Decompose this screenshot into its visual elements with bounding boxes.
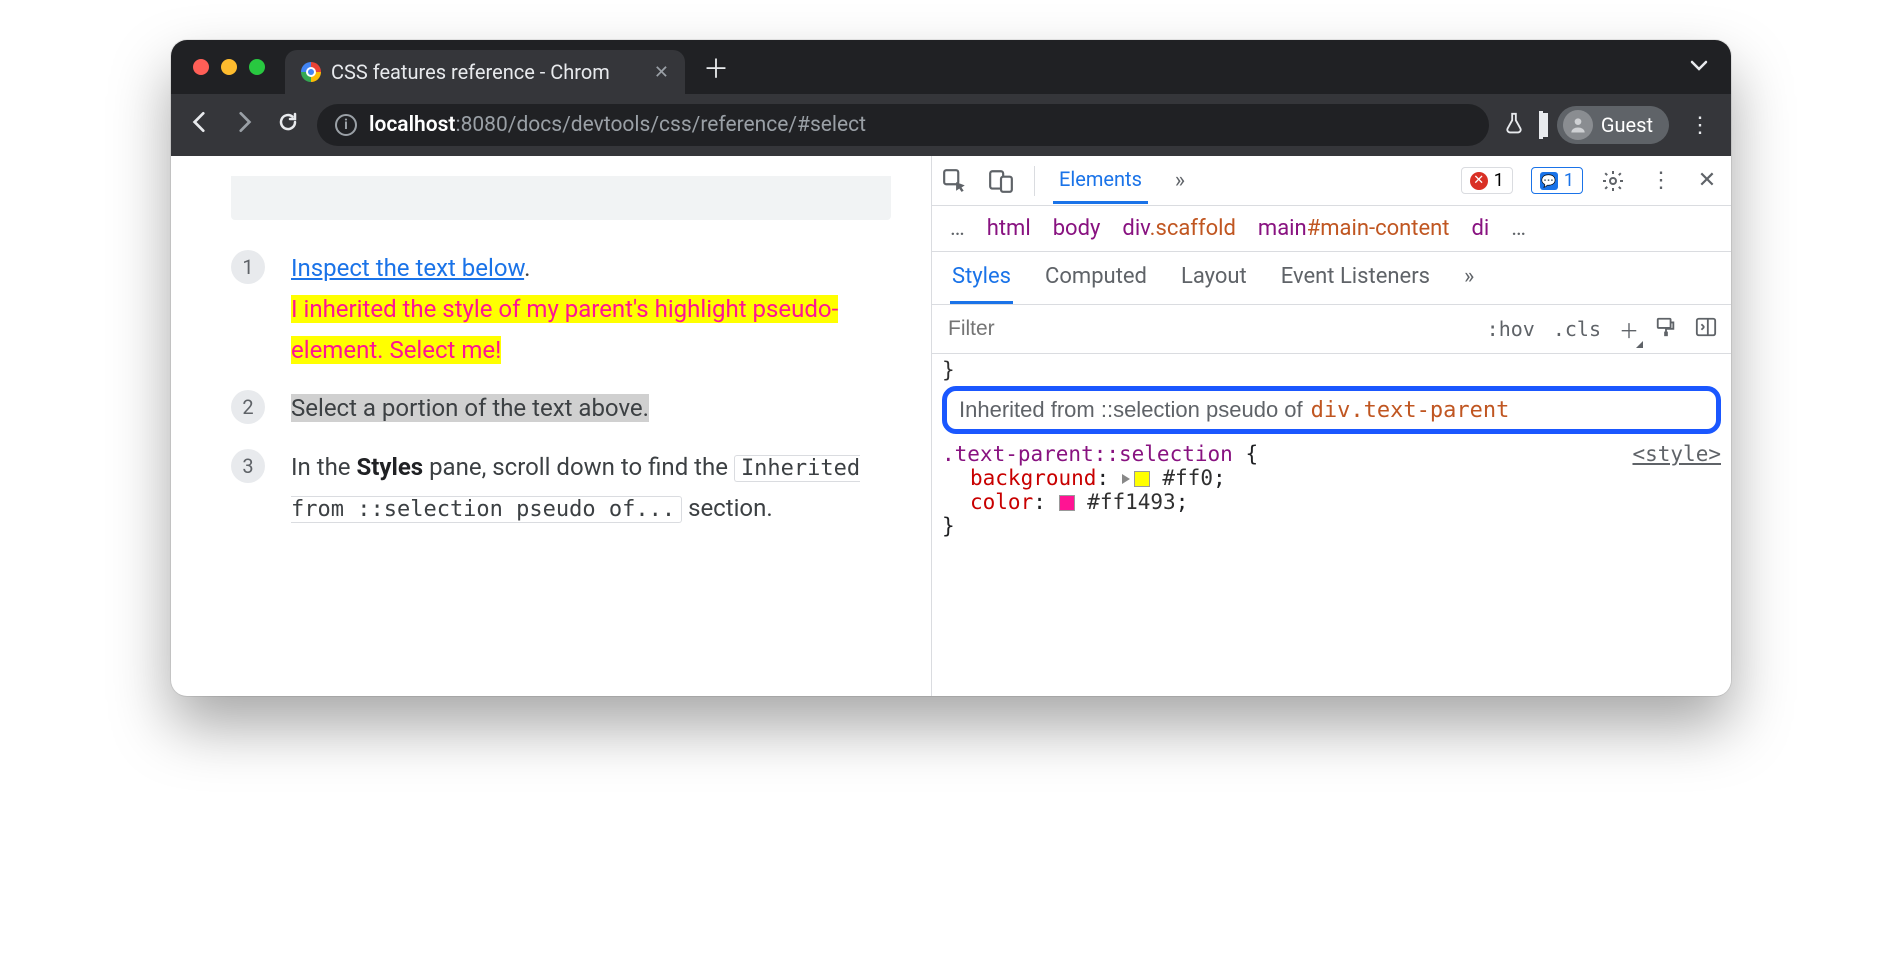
crumb-div[interactable]: div.scaffold <box>1122 216 1236 241</box>
browser-tab[interactable]: CSS features reference - Chrom ✕ <box>285 50 685 94</box>
maximize-window-icon[interactable] <box>249 59 265 75</box>
browser-window: CSS features reference - Chrom ✕ ＋ i loc… <box>171 40 1731 696</box>
crumb-html[interactable]: html <box>987 216 1031 241</box>
rule-source-link[interactable]: <style> <box>1632 442 1721 466</box>
browser-menu-icon[interactable]: ⋮ <box>1683 113 1717 138</box>
cls-toggle[interactable]: .cls <box>1553 317 1601 341</box>
tabs-overflow-icon[interactable]: » <box>1166 168 1194 193</box>
css-selector[interactable]: .text-parent::selection <box>942 442 1233 466</box>
messages-badge[interactable]: 💬 1 <box>1531 167 1583 194</box>
color-swatch-yellow[interactable] <box>1134 471 1150 487</box>
hov-toggle[interactable]: :hov <box>1487 317 1535 341</box>
highlighted-text[interactable]: I inherited the style of my parent's hig… <box>291 295 838 364</box>
paint-icon[interactable] <box>1655 316 1677 343</box>
page-banner <box>231 176 891 220</box>
new-style-rule-button[interactable]: ＋ <box>1619 315 1637 344</box>
close-tab-icon[interactable]: ✕ <box>654 62 669 83</box>
side-panel-icon[interactable] <box>1539 113 1543 137</box>
minimize-window-icon[interactable] <box>221 59 237 75</box>
chrome-icon <box>301 62 321 82</box>
error-icon: ✕ <box>1470 172 1488 190</box>
inspect-element-icon[interactable] <box>942 168 970 194</box>
crumb-ellipsis-left[interactable]: … <box>950 216 965 241</box>
titlebar: CSS features reference - Chrom ✕ ＋ <box>171 40 1731 94</box>
instructions-list: Inspect the text below. I inherited the … <box>231 248 891 529</box>
step-3: In the Styles pane, scroll down to find … <box>231 447 891 529</box>
close-window-icon[interactable] <box>193 59 209 75</box>
subtab-styles[interactable]: Styles <box>950 252 1013 304</box>
inspect-link[interactable]: Inspect the text below <box>291 254 524 282</box>
message-icon: 💬 <box>1540 172 1558 190</box>
profile-label: Guest <box>1601 113 1653 137</box>
browser-toolbar: i localhost:8080/docs/devtools/css/refer… <box>171 94 1731 156</box>
styles-filter-input[interactable] <box>946 311 1469 347</box>
tab-title: CSS features reference - Chrom <box>331 60 610 84</box>
profile-chip[interactable]: Guest <box>1557 106 1669 144</box>
settings-icon[interactable] <box>1601 169 1629 193</box>
new-tab-button[interactable]: ＋ <box>703 49 729 86</box>
site-info-icon[interactable]: i <box>335 114 357 136</box>
color-swatch-pink[interactable] <box>1059 495 1075 511</box>
kebab-menu-icon[interactable]: ⋮ <box>1647 168 1675 193</box>
css-declaration-color[interactable]: color: #ff1493; <box>942 490 1721 514</box>
subtab-layout[interactable]: Layout <box>1179 252 1249 304</box>
devtools-topbar: Elements » ✕ 1 💬 1 ⋮ ✕ <box>932 156 1731 206</box>
crumb-di[interactable]: di <box>1472 216 1490 241</box>
subtab-computed[interactable]: Computed <box>1043 252 1149 304</box>
tabs-overflow-icon[interactable] <box>1689 55 1709 79</box>
window-controls <box>193 59 265 75</box>
close-devtools-icon[interactable]: ✕ <box>1693 168 1721 193</box>
tab-elements[interactable]: Elements <box>1053 157 1148 204</box>
step-1: Inspect the text below. I inherited the … <box>231 248 891 370</box>
css-rule-header: .text-parent::selection { <style> <box>942 442 1721 466</box>
url-text: localhost:8080/docs/devtools/css/referen… <box>369 113 866 137</box>
device-toggle-icon[interactable] <box>988 168 1016 194</box>
crumb-ellipsis-right[interactable]: … <box>1511 216 1526 241</box>
dom-breadcrumb[interactable]: … html body div.scaffold main#main-conte… <box>932 206 1731 252</box>
reload-button[interactable] <box>273 110 303 140</box>
step-2: Select a portion of the text above. <box>231 388 891 429</box>
expand-icon[interactable] <box>1122 474 1130 484</box>
crumb-body[interactable]: body <box>1053 216 1101 241</box>
crumb-main[interactable]: main#main-content <box>1258 216 1450 241</box>
inherited-from-header: Inherited from ::selection pseudo of div… <box>942 386 1721 434</box>
devtools-panel: Elements » ✕ 1 💬 1 ⋮ ✕ … html <box>931 156 1731 696</box>
avatar-icon <box>1563 110 1593 140</box>
page-content: Inspect the text below. I inherited the … <box>171 156 931 696</box>
styles-pane[interactable]: } Inherited from ::selection pseudo of d… <box>932 354 1731 558</box>
content-area: Inspect the text below. I inherited the … <box>171 156 1731 696</box>
forward-button[interactable] <box>229 109 259 141</box>
styles-subtabs: Styles Computed Layout Event Listeners » <box>932 252 1731 305</box>
labs-icon[interactable] <box>1503 111 1525 140</box>
subtab-overflow-icon[interactable]: » <box>1462 252 1476 304</box>
subtab-event-listeners[interactable]: Event Listeners <box>1279 252 1432 304</box>
errors-badge[interactable]: ✕ 1 <box>1461 167 1513 194</box>
styles-filter-bar: :hov .cls ＋ <box>932 305 1731 354</box>
step-2-text[interactable]: Select a portion of the text above. <box>291 394 649 422</box>
toggle-sidebar-icon[interactable] <box>1695 316 1717 343</box>
inherited-from-selector[interactable]: div.text-parent <box>1311 398 1510 423</box>
brace-close: } <box>942 514 1721 538</box>
back-button[interactable] <box>185 109 215 141</box>
css-declaration-background[interactable]: background: #ff0; <box>942 466 1721 490</box>
address-bar[interactable]: i localhost:8080/docs/devtools/css/refer… <box>317 104 1489 146</box>
